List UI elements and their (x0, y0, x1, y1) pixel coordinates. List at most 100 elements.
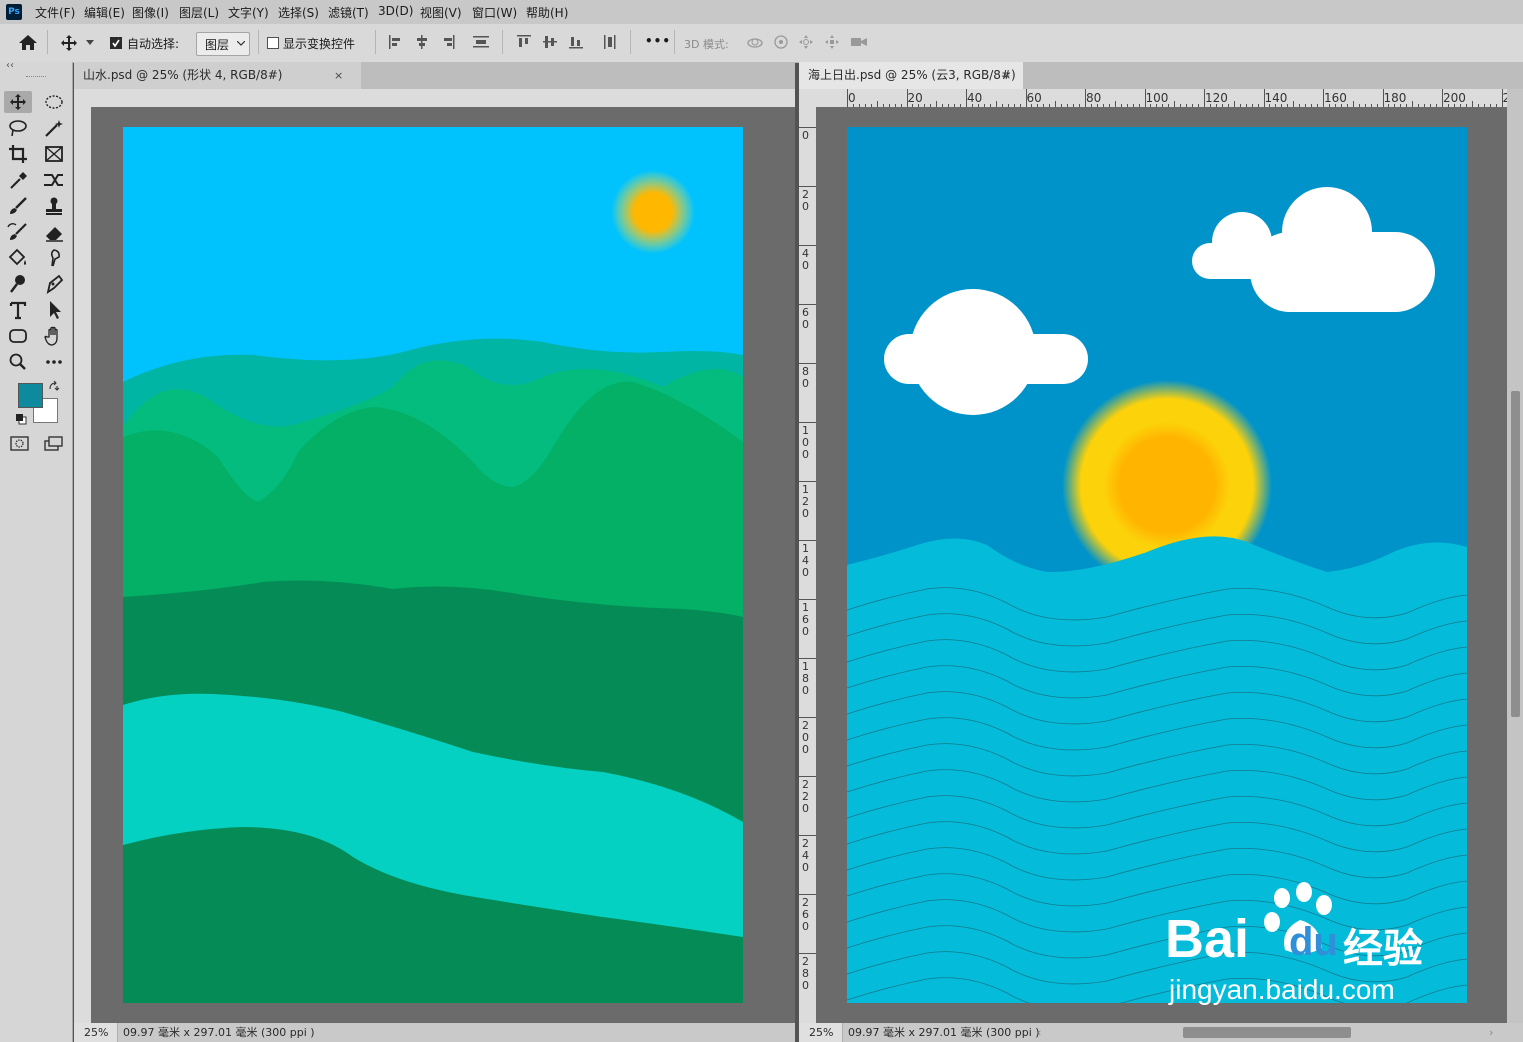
menu-help[interactable]: 帮助(H) (526, 4, 568, 21)
ruler-vertical (74, 107, 91, 1023)
photoshop-logo[interactable]: Ps (6, 4, 22, 20)
distribute-vertical-icon[interactable] (602, 34, 618, 50)
ruler-tick (799, 776, 816, 777)
3d-camera-icon[interactable] (850, 35, 868, 49)
more-tools-button[interactable] (40, 351, 68, 373)
ruler-tick (1192, 104, 1194, 107)
canvas-sunrise[interactable] (847, 127, 1467, 1003)
tab-shanshui[interactable]: 山水.psd @ 25% (形状 4, RGB/8#) × (74, 62, 361, 89)
dodge-tool[interactable] (4, 273, 32, 295)
lasso-tool[interactable] (4, 117, 32, 139)
ruler-tick (954, 104, 956, 107)
ruler-tick-label: 120 (1205, 91, 1228, 105)
vertical-scrollbar[interactable] (1507, 89, 1523, 1023)
show-transform-checkbox[interactable] (267, 37, 279, 49)
ruler-tick (1251, 104, 1253, 107)
3d-pan-icon[interactable] (798, 34, 814, 50)
smudge-tool[interactable] (40, 247, 68, 269)
auto-select-checkbox[interactable] (110, 37, 122, 49)
3d-orbit-icon[interactable] (746, 34, 764, 50)
align-left-icon[interactable] (388, 34, 404, 50)
home-icon[interactable] (18, 33, 38, 51)
align-top-icon[interactable] (516, 34, 532, 50)
frame-tool[interactable] (40, 143, 68, 165)
3d-roll-icon[interactable] (773, 34, 789, 50)
document-info[interactable]: 09.97 毫米 x 297.01 毫米 (300 ppi ) (848, 1023, 1040, 1042)
move-tool-icon[interactable] (60, 34, 78, 52)
close-icon[interactable]: × (1002, 62, 1011, 89)
swap-colors-icon[interactable] (48, 380, 60, 392)
ruler-tick-label: 2 6 0 (802, 896, 809, 933)
menu-select[interactable]: 选择(S) (278, 4, 319, 21)
menu-layer[interactable]: 图层(L) (179, 4, 219, 21)
align-bottom-icon[interactable] (568, 34, 584, 50)
ruler-tick (1227, 104, 1229, 107)
horizontal-scrollbar-thumb[interactable] (1183, 1027, 1351, 1038)
menu-image[interactable]: 图像(I) (132, 4, 169, 21)
menu-window[interactable]: 窗口(W) (472, 4, 517, 21)
screen-mode-icon[interactable] (44, 436, 64, 452)
ruler-tick (1471, 101, 1473, 107)
foreground-color-swatch[interactable] (18, 383, 43, 408)
3d-slide-icon[interactable] (824, 34, 840, 50)
move-tool[interactable] (4, 91, 32, 113)
paint-bucket-tool[interactable] (4, 247, 32, 269)
stamp-icon (46, 197, 62, 215)
quick-mask-icon[interactable] (10, 436, 30, 452)
ruler-vertical[interactable]: 0 2 0 4 0 6 0 8 0 1 0 0 1 2 0 1 4 0 1 6 0 1 8 0 2 … (799, 107, 816, 1023)
ruler-horizontal[interactable]: 0 20 40 60 80 100 120 140 160 180 200 2 (799, 89, 1507, 107)
vertical-scrollbar-thumb[interactable] (1511, 391, 1520, 717)
chevron-down-icon[interactable] (86, 40, 94, 46)
hand-tool[interactable] (40, 325, 68, 347)
align-right-icon[interactable] (440, 34, 456, 50)
ruler-tick (1108, 104, 1110, 107)
shape-tool[interactable] (4, 325, 32, 347)
canvas-shanshui[interactable] (123, 127, 743, 1003)
menu-view[interactable]: 视图(V) (420, 4, 462, 21)
align-vertical-center-icon[interactable] (542, 34, 558, 50)
eyedropper-icon (10, 172, 27, 189)
chevron-down-icon (237, 41, 245, 46)
status-bar: 25% 09.97 毫米 x 297.01 毫米 (300 ppi ) ‹ › (799, 1023, 1523, 1042)
menu-file[interactable]: 文件(F) (35, 4, 75, 21)
ruler-tick (1233, 101, 1235, 107)
crop-tool[interactable] (4, 143, 32, 165)
content-aware-move-tool[interactable] (40, 169, 68, 191)
ruler-tick (1239, 104, 1241, 107)
magic-wand-tool[interactable] (40, 117, 68, 139)
panel-grip[interactable] (26, 76, 46, 79)
collapse-icon[interactable]: ‹‹ (6, 60, 14, 71)
scroll-right-icon[interactable]: › (1489, 1023, 1493, 1042)
menu-3d[interactable]: 3D(D) (378, 4, 413, 18)
path-selection-tool[interactable] (40, 299, 68, 321)
more-options-button[interactable]: ••• (645, 34, 671, 48)
marquee-tool[interactable] (40, 91, 68, 113)
scroll-left-icon[interactable]: ‹ (1037, 1023, 1041, 1042)
pen-tool[interactable] (40, 273, 68, 295)
type-tool[interactable] (4, 299, 32, 321)
auto-select-target-dropdown[interactable]: 图层 (196, 32, 250, 56)
stamp-tool[interactable] (40, 195, 68, 217)
ruler-tick (847, 89, 848, 107)
eyedropper-tool[interactable] (4, 169, 32, 191)
menu-filter[interactable]: 滤镜(T) (328, 4, 369, 21)
history-brush-tool[interactable] (4, 221, 32, 243)
default-colors-icon[interactable] (15, 413, 27, 425)
ruler-tick (1174, 101, 1176, 107)
brush-tool[interactable] (4, 195, 32, 217)
ruler-tick (924, 104, 926, 107)
zoom-level-field[interactable]: 25% (74, 1023, 118, 1042)
menu-edit[interactable]: 编辑(E) (84, 4, 125, 21)
zoom-level-field[interactable]: 25% (799, 1023, 843, 1042)
distribute-icon[interactable] (472, 34, 490, 50)
menu-type[interactable]: 文字(Y) (228, 4, 269, 21)
ellipsis-icon (46, 360, 62, 364)
align-horizontal-center-icon[interactable] (414, 34, 430, 50)
eraser-tool[interactable] (40, 221, 68, 243)
zoom-tool[interactable] (4, 351, 32, 373)
close-icon[interactable]: × (334, 62, 343, 89)
document-info[interactable]: 09.97 毫米 x 297.01 毫米 (300 ppi ) (123, 1023, 315, 1042)
tab-sunrise[interactable]: 海上日出.psd @ 25% (云3, RGB/8#) × (799, 62, 1023, 89)
move-icon (10, 94, 26, 110)
ruler-tick (1275, 104, 1277, 107)
